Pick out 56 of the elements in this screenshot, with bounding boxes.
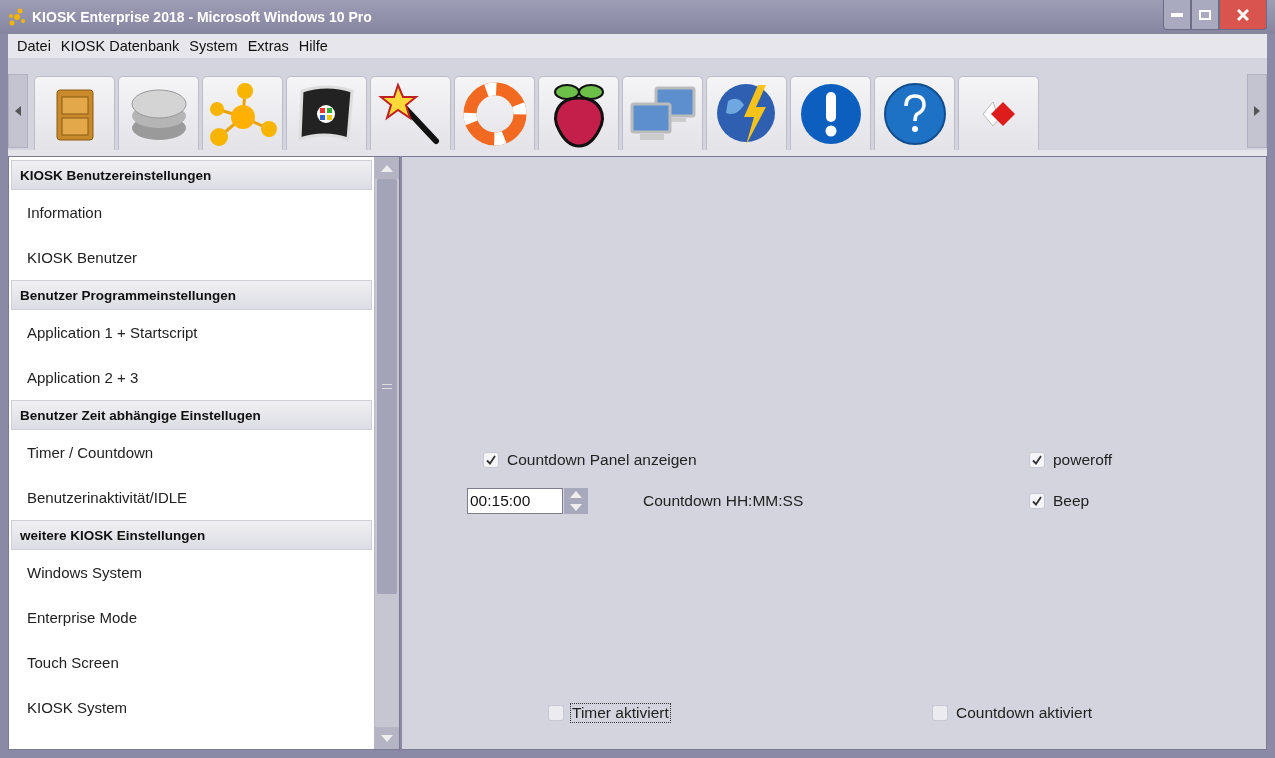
sidebar-item[interactable]: Application 1 + Startscript xyxy=(9,310,374,355)
sidebar-item[interactable]: KIOSK System xyxy=(9,685,374,730)
toolbar-tab[interactable] xyxy=(790,76,871,150)
app-logo-icon xyxy=(8,8,26,26)
group-header: Benutzer Zeit abhängige Einstellugen xyxy=(11,400,372,430)
checkbox[interactable]: Countdown aktiviert xyxy=(932,703,1095,723)
checkmark-icon xyxy=(485,454,497,466)
group-header: weitere KIOSK Einstellungen xyxy=(11,520,372,550)
help-icon xyxy=(881,80,948,147)
left-arrow-icon xyxy=(15,106,21,116)
scroll-right-button[interactable] xyxy=(1247,74,1267,148)
maximize-button[interactable] xyxy=(1191,0,1219,30)
sidebar-item[interactable]: Benutzerinaktivität/IDLE xyxy=(9,475,374,520)
sidebar-item[interactable]: Touch Screen xyxy=(9,640,374,685)
menu-item[interactable]: KIOSK Datenbank xyxy=(55,38,185,54)
menu-item[interactable]: Datei xyxy=(12,38,56,54)
scrollbar[interactable] xyxy=(374,157,399,749)
sidebar-item[interactable]: KIOSK Benutzer xyxy=(9,235,374,280)
up-arrow-icon xyxy=(381,164,393,172)
minimize-icon xyxy=(1171,12,1183,17)
checkbox[interactable]: Countdown Panel anzeigen xyxy=(483,450,699,470)
sidebar-item[interactable]: Application 2 + 3 xyxy=(9,355,374,400)
group-header: KIOSK Benutzereinstellungen xyxy=(11,160,372,190)
checkbox[interactable]: poweroff xyxy=(1029,450,1115,470)
checkmark-icon xyxy=(1031,454,1043,466)
scroll-up-button[interactable] xyxy=(375,157,399,179)
sidebar-item[interactable]: Timer / Countdown xyxy=(9,430,374,475)
scroll-down-button[interactable] xyxy=(375,727,399,749)
time-input-field[interactable]: 00:15:00 xyxy=(467,488,563,514)
checkbox[interactable]: Timer aktiviert xyxy=(548,703,932,723)
minimize-button[interactable] xyxy=(1163,0,1191,30)
sidebar-item[interactable]: Information xyxy=(9,190,374,235)
window-title: KIOSK Enterprise 2018 - Microsoft Windows 10 Pro xyxy=(32,9,372,25)
toolbar-tab[interactable] xyxy=(286,76,367,150)
down-arrow-icon xyxy=(570,504,582,511)
menu-item[interactable]: Extras xyxy=(242,38,294,54)
toolbar-tab[interactable] xyxy=(874,76,955,150)
lifebuoy-icon xyxy=(461,80,528,147)
group-header: Benutzer Programmeinstellungen xyxy=(11,280,372,310)
scrollbar-thumb[interactable] xyxy=(377,179,397,594)
close-button[interactable] xyxy=(1219,0,1267,30)
toolbar-tab[interactable] xyxy=(538,76,619,150)
checkbox[interactable]: Beep xyxy=(1029,491,1092,511)
countdown-label: Countdown HH:MM:SS xyxy=(643,492,805,510)
toolbar-tab[interactable] xyxy=(370,76,451,150)
right-arrow-icon xyxy=(1254,106,1260,116)
sidebar-item[interactable]: Windows System xyxy=(9,550,374,595)
up-arrow-icon xyxy=(570,491,582,498)
scroll-left-button[interactable] xyxy=(8,74,28,148)
sidebar-item[interactable]: Enterprise Mode xyxy=(9,595,374,640)
checkmark-icon xyxy=(1031,495,1043,507)
menu-item[interactable]: Hilfe xyxy=(293,38,333,54)
maximize-icon xyxy=(1199,9,1211,20)
close-icon xyxy=(1237,8,1249,21)
menu-item[interactable]: System xyxy=(184,38,243,54)
down-arrow-icon xyxy=(381,734,393,742)
